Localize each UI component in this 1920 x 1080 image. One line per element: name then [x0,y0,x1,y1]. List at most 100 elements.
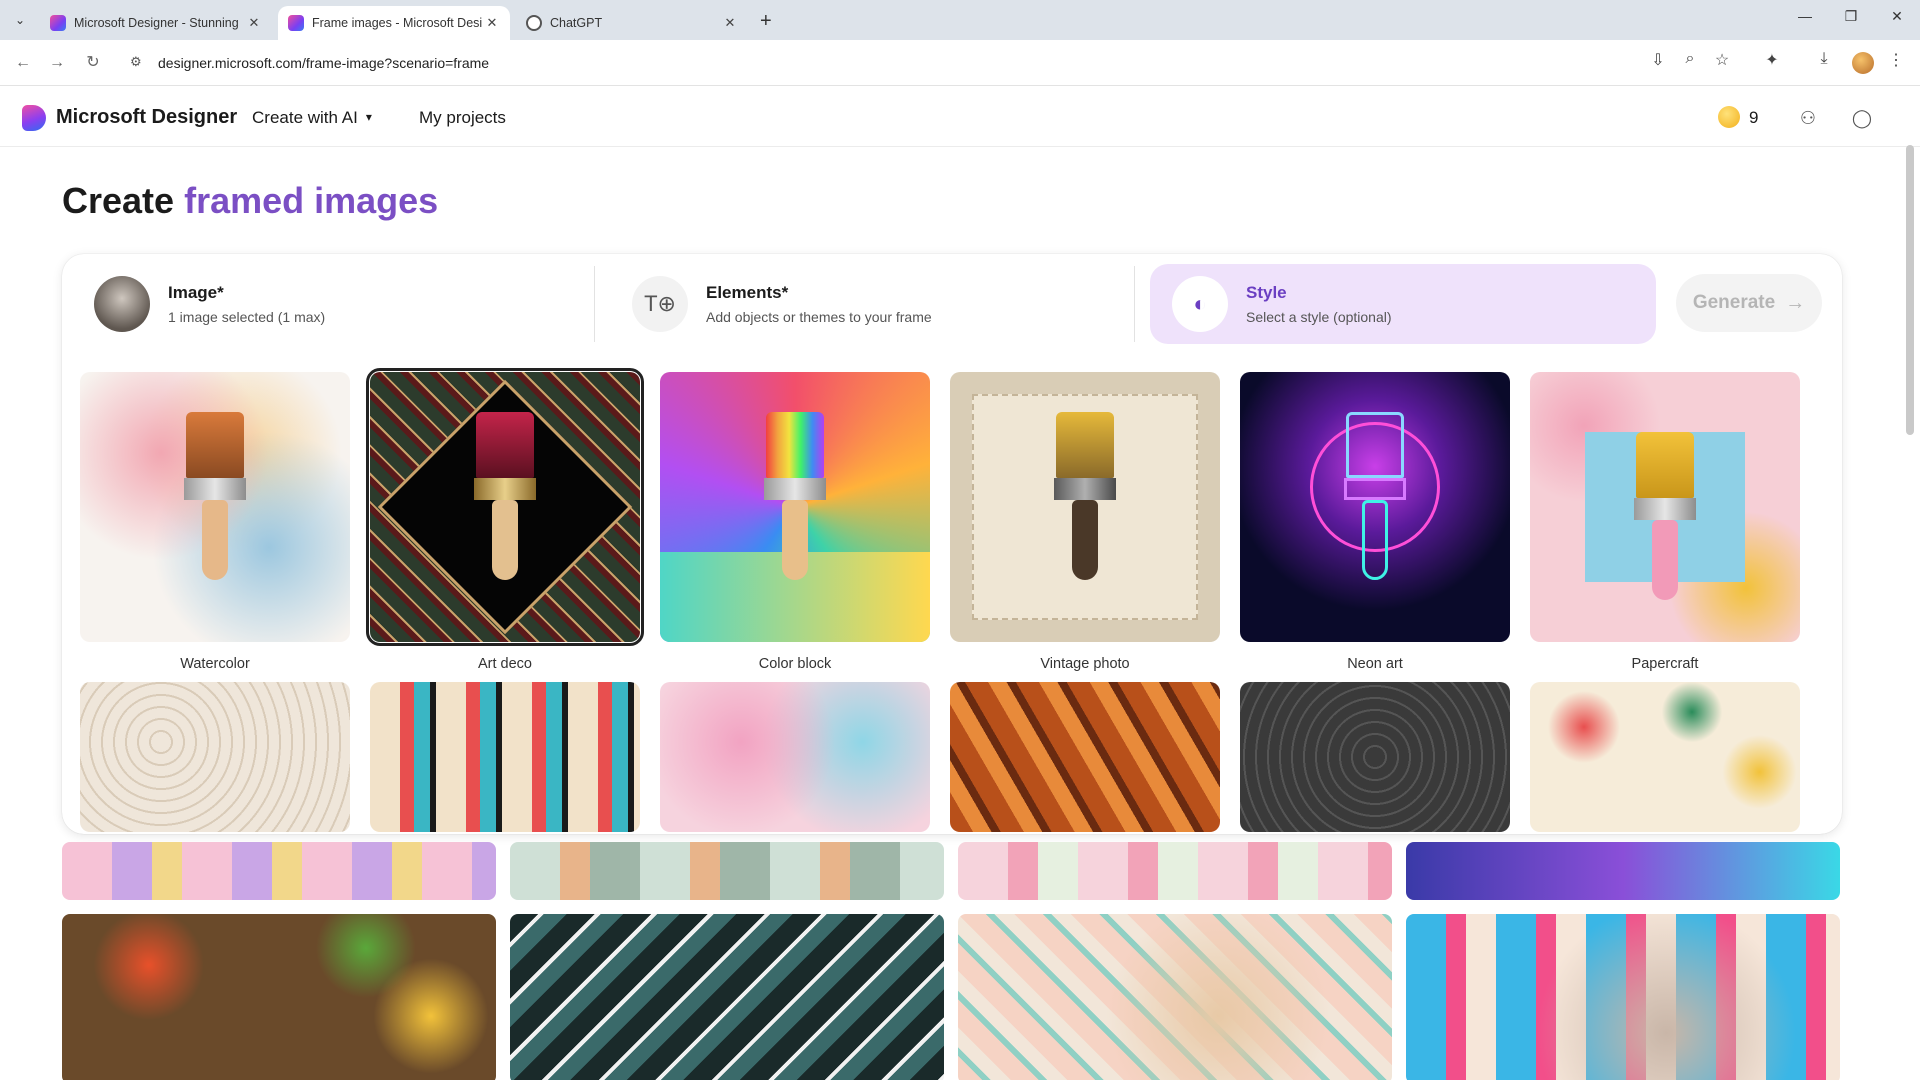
style-step-subtitle: Select a style (optional) [1246,309,1392,325]
browser-menu-icon[interactable]: ⋮ [1884,50,1908,70]
close-icon[interactable]: ✕ [722,15,738,31]
share-icon[interactable]: ⚇ [1794,104,1822,132]
profile-avatar[interactable] [1852,52,1874,74]
paintbrush-icon [764,412,826,580]
step-divider [594,266,595,342]
geometric-pattern-preview-image [370,682,640,832]
paintbrush-icon [1344,412,1406,580]
minimize-button[interactable]: — [1790,8,1820,24]
elements-step-subtitle: Add objects or themes to your frame [706,309,932,325]
style-step-title: Style [1246,283,1287,302]
folk-art-preview-image [1530,682,1800,832]
new-tab-button[interactable]: + [760,10,772,33]
extensions-icon[interactable]: ✦ [1760,50,1784,70]
close-icon[interactable]: ✕ [484,15,500,31]
tab-title: ChatGPT [550,16,603,30]
browser-tab-bar: ⌄ Microsoft Designer - Stunning ✕ Frame … [0,0,1920,40]
gallery-thumbnail[interactable] [958,842,1392,900]
style-card-color-block[interactable]: Color block [660,372,930,672]
style-card-label: Color block [758,656,832,672]
vintage-photo-preview-image [950,372,1220,642]
style-step[interactable]: ◐ Style Select a style (optional) [1150,264,1656,344]
watercolor-preview-image [80,372,350,642]
style-card[interactable] [80,682,350,832]
elements-step-title: Elements* [706,283,789,302]
step-divider [1134,266,1135,342]
create-with-ai-label: Create with AI [252,108,358,127]
style-card-label: Art deco [478,656,532,672]
gallery-thumbnail[interactable] [1406,842,1840,900]
gallery-thumbnail[interactable] [510,914,944,1080]
zoom-icon[interactable]: ⌕ [1678,50,1702,68]
elements-step[interactable]: T⊕ Elements* Add objects or themes to yo… [610,264,1130,344]
chatgpt-icon [526,15,542,31]
gallery-thumbnail[interactable] [510,842,944,900]
credits-count[interactable]: 9 [1749,108,1758,128]
paintbrush-icon [184,412,246,580]
app-header: Microsoft Designer Create with AI ▾ My pr… [0,87,1920,147]
image-step[interactable]: Image* 1 image selected (1 max) [72,264,592,344]
designer-logo-icon[interactable] [22,105,46,131]
style-card-art-deco[interactable]: Art deco [366,368,644,672]
arrow-right-icon: → [1785,291,1806,314]
generate-button[interactable]: Generate → [1676,274,1822,332]
browser-tab[interactable]: ChatGPT ✕ [516,6,748,40]
style-card[interactable] [370,682,640,832]
image-step-title: Image* [168,283,224,302]
browser-tab-active[interactable]: Frame images - Microsoft Desi ✕ [278,6,510,40]
create-with-ai-menu[interactable]: Create with AI ▾ [252,108,372,128]
credits-coin-icon[interactable] [1718,106,1740,128]
style-card[interactable] [660,682,930,832]
tab-search-icon[interactable]: ⌄ [10,10,30,30]
brand-name[interactable]: Microsoft Designer [56,106,237,129]
style-card-label: Papercraft [1631,656,1699,672]
style-card-vintage-photo[interactable]: Vintage photo [950,372,1220,672]
account-icon[interactable]: ◯ [1848,104,1876,132]
close-icon[interactable]: ✕ [246,15,262,31]
paintbrush-icon [1054,412,1116,580]
papercraft-preview-image [1530,372,1800,642]
page-title: Create framed images [62,180,438,222]
designer-icon [288,15,304,31]
style-card-label: Vintage photo [1040,656,1130,672]
create-panel: Image* 1 image selected (1 max) T⊕ Eleme… [62,254,1842,834]
neon-art-preview-image [1240,372,1510,642]
address-bar[interactable]: ⚙ designer.microsoft.com/frame-image?sce… [124,47,1894,79]
style-card-watercolor[interactable]: Watercolor [80,372,350,672]
page-title-accent: framed images [184,180,439,221]
style-card-papercraft[interactable]: Papercraft [1530,372,1800,672]
window-close-button[interactable]: ✕ [1882,8,1912,25]
style-card[interactable] [950,682,1220,832]
page-scrollbar[interactable] [1906,145,1914,435]
browser-tab[interactable]: Microsoft Designer - Stunning ✕ [40,6,272,40]
back-icon[interactable]: ← [10,50,36,76]
style-card[interactable] [1530,682,1800,832]
site-info-icon[interactable]: ⚙ [130,54,142,70]
chalkboard-preview-image [1240,682,1510,832]
gallery-thumbnail[interactable] [62,914,496,1080]
reload-icon[interactable]: ↻ [80,50,106,76]
chevron-down-icon: ▾ [365,110,372,124]
style-card-label: Neon art [1347,656,1403,672]
gallery-thumbnail[interactable] [958,914,1392,1080]
forward-icon[interactable]: → [44,50,70,76]
style-icon: ◐ [1172,276,1228,332]
image-step-subtitle: 1 image selected (1 max) [168,309,326,325]
install-app-icon[interactable]: ⇩ [1646,50,1670,70]
paintbrush-icon [1634,432,1696,600]
origami-preview-image [950,682,1220,832]
bookmark-star-icon[interactable]: ☆ [1710,50,1734,70]
style-card-neon-art[interactable]: Neon art [1240,372,1510,672]
selected-image-thumbnail [94,276,150,332]
style-card-label: Watercolor [180,656,250,672]
style-card[interactable] [1240,682,1510,832]
designer-icon [50,15,66,31]
clay-preview-image [660,682,930,832]
gallery-thumbnail[interactable] [62,842,496,900]
restore-button[interactable]: ❐ [1836,8,1866,25]
tab-title: Microsoft Designer - Stunning [74,16,239,30]
downloads-icon[interactable]: ⤓ [1812,50,1836,68]
gallery-thumbnail[interactable] [1406,914,1840,1080]
art-deco-preview-image [366,368,644,646]
my-projects-link[interactable]: My projects [419,108,506,128]
